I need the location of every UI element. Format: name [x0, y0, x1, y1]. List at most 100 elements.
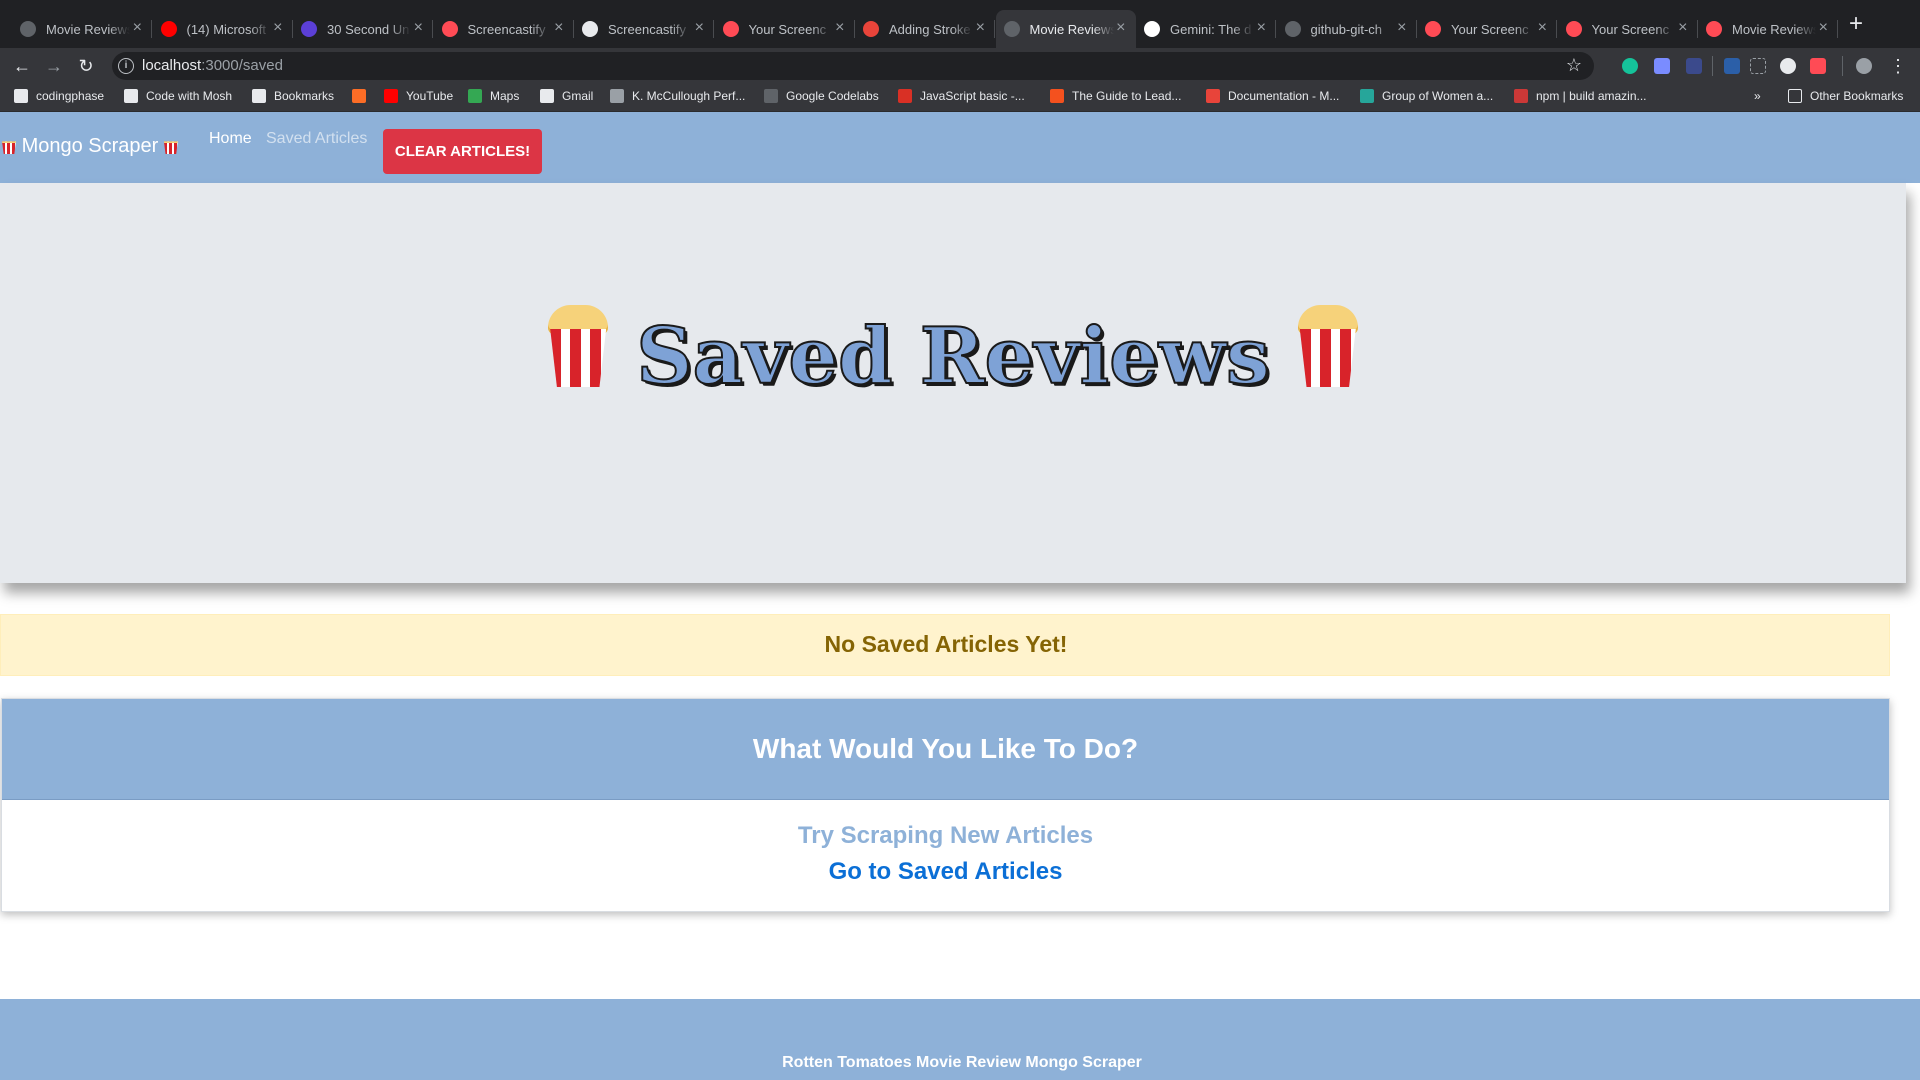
- bookmark-item[interactable]: [352, 89, 374, 103]
- bookmark-item[interactable]: Maps: [468, 89, 519, 103]
- tab-close-icon[interactable]: ×: [1538, 19, 1547, 37]
- extension-icon[interactable]: [1724, 58, 1740, 74]
- tab-separator: [994, 20, 995, 38]
- bookmark-item[interactable]: Gmail: [540, 89, 593, 103]
- saved-articles-link[interactable]: Go to Saved Articles: [2, 858, 1889, 886]
- tab-close-icon[interactable]: ×: [695, 19, 704, 37]
- browser-tab[interactable]: Screencastify ×: [574, 10, 714, 48]
- profile-avatar-icon[interactable]: [1856, 58, 1872, 74]
- site-brand[interactable]: Mongo Scraper: [2, 135, 178, 158]
- bookmark-favicon-icon: [1514, 89, 1528, 103]
- tab-close-icon[interactable]: ×: [1257, 19, 1266, 37]
- browser-tab[interactable]: Movie Reviews ×: [1698, 10, 1838, 48]
- tab-close-icon[interactable]: ×: [1678, 19, 1687, 37]
- action-card: What Would You Like To Do? Try Scraping …: [1, 698, 1890, 912]
- tab-close-icon[interactable]: ×: [835, 19, 844, 37]
- browser-tab[interactable]: Your Screenc ×: [1558, 10, 1698, 48]
- tab-title: github-git-ch: [1310, 21, 1383, 37]
- nav-link-saved-articles[interactable]: Saved Articles: [266, 130, 367, 148]
- reload-icon[interactable]: ↻: [74, 54, 98, 78]
- bookmark-favicon-icon: [252, 89, 266, 103]
- bookmark-favicon-icon: [124, 89, 138, 103]
- site-navbar: Mongo Scraper Home Saved Articles Clear …: [0, 112, 1920, 183]
- bookmark-label: Google Codelabs: [786, 89, 879, 103]
- browser-tab[interactable]: Adding Stroke ×: [855, 10, 995, 48]
- bookmarks-overflow-icon[interactable]: »: [1754, 89, 1761, 103]
- bookmark-star-icon[interactable]: ☆: [1566, 55, 1582, 76]
- extension-icon[interactable]: [1686, 58, 1702, 74]
- tab-close-icon[interactable]: ×: [976, 19, 985, 37]
- tab-favicon-icon: [441, 21, 458, 37]
- nav-link-home[interactable]: Home: [209, 130, 252, 148]
- info-icon[interactable]: i: [118, 58, 134, 74]
- browser-tab[interactable]: Movie Reviews ×: [12, 10, 152, 48]
- empty-state-alert: No Saved Articles Yet!: [0, 614, 1890, 676]
- browser-tab[interactable]: Screencastify ×: [434, 10, 574, 48]
- browser-tab[interactable]: Your Screenc ×: [1417, 10, 1557, 48]
- bookmark-item[interactable]: The Guide to Lead...: [1050, 89, 1181, 103]
- tab-close-icon[interactable]: ×: [1116, 19, 1125, 37]
- extension-icon[interactable]: [1654, 58, 1670, 74]
- tab-title: Movie Reviews: [46, 21, 130, 37]
- browser-tab[interactable]: (14) Microsoft ×: [153, 10, 293, 48]
- bookmark-item[interactable]: K. McCullough Perf...: [610, 89, 745, 103]
- tab-close-icon[interactable]: ×: [554, 19, 563, 37]
- tab-favicon-icon: [301, 21, 317, 37]
- bookmark-item[interactable]: Code with Mosh: [124, 89, 232, 103]
- bookmark-item[interactable]: YouTube: [384, 89, 453, 103]
- tab-close-icon[interactable]: ×: [1397, 19, 1406, 37]
- screencastify-extension-icon[interactable]: [1810, 58, 1826, 74]
- brand-label: Mongo Scraper: [21, 135, 159, 157]
- browser-tab[interactable]: github-git-ch ×: [1277, 10, 1417, 48]
- other-bookmarks-folder[interactable]: Other Bookmarks: [1788, 89, 1903, 103]
- scrape-articles-link[interactable]: Try Scraping New Articles: [2, 822, 1889, 850]
- bookmark-label: Maps: [490, 89, 520, 103]
- address-bar[interactable]: i localhost:3000/saved ☆: [112, 52, 1594, 80]
- bookmark-item[interactable]: Google Codelabs: [764, 89, 879, 103]
- browser-tab[interactable]: Gemini: The d ×: [1136, 10, 1276, 48]
- extension-icon[interactable]: [1780, 58, 1796, 74]
- tab-title: Adding Stroke: [889, 21, 971, 37]
- tab-close-icon[interactable]: ×: [1819, 19, 1828, 37]
- tab-favicon-icon: [1003, 21, 1020, 37]
- bookmark-item[interactable]: Bookmarks: [252, 89, 334, 103]
- bookmark-label: codingphase: [36, 89, 105, 103]
- clear-articles-button[interactable]: Clear Articles!: [383, 129, 542, 174]
- tab-strip: + Movie Reviews × (14) Microsoft × 30 Second…: [0, 0, 1920, 48]
- tab-close-icon[interactable]: ×: [273, 19, 282, 37]
- page-title: Saved Reviews: [0, 305, 1906, 403]
- bookmark-favicon-icon: [764, 89, 778, 103]
- browser-tab[interactable]: Movie Reviews ×: [995, 10, 1136, 48]
- popcorn-icon: [2, 141, 16, 154]
- bookmark-favicon-icon: [898, 89, 912, 103]
- tab-title: Your Screenc: [748, 21, 827, 37]
- footer-text: Rotten Tomatoes Movie Review Mongo Scrap…: [782, 1054, 1142, 1071]
- tab-title: Screencastify: [467, 21, 546, 37]
- tab-title: Gemini: The d: [1170, 21, 1252, 37]
- bookmark-item[interactable]: Group of Women a...: [1360, 89, 1493, 103]
- tab-title: Your Screenc: [1451, 21, 1529, 37]
- bookmark-item[interactable]: Documentation - M...: [1206, 89, 1339, 103]
- other-bookmarks-label: Other Bookmarks: [1810, 89, 1904, 103]
- screenshot-extension-icon[interactable]: [1750, 58, 1766, 74]
- browser-tab[interactable]: Your Screenc ×: [715, 10, 855, 48]
- bookmark-favicon-icon: [1360, 89, 1374, 103]
- toolbar-divider: [1712, 56, 1713, 76]
- menu-kebab-icon[interactable]: ⋮: [1886, 54, 1910, 78]
- forward-arrow-icon[interactable]: →: [42, 54, 66, 78]
- grammarly-extension-icon[interactable]: [1622, 58, 1638, 74]
- bookmark-item[interactable]: codingphase: [14, 89, 104, 103]
- new-tab-button[interactable]: +: [1844, 10, 1868, 38]
- tab-close-icon[interactable]: ×: [133, 19, 142, 37]
- tab-favicon-icon: [20, 21, 36, 37]
- bookmark-label: YouTube: [406, 89, 454, 103]
- back-arrow-icon[interactable]: ←: [10, 54, 34, 78]
- tab-close-icon[interactable]: ×: [414, 19, 423, 37]
- tab-title: Your Screenc: [1591, 21, 1670, 37]
- alert-message: No Saved Articles Yet!: [824, 631, 1068, 657]
- bookmark-item[interactable]: npm | build amazin...: [1514, 89, 1647, 103]
- web-page: Mongo Scraper Home Saved Articles Clear …: [0, 112, 1920, 1080]
- bookmarks-bar: » Other Bookmarks codingphase Code with M…: [0, 84, 1920, 112]
- browser-tab[interactable]: 30 Second Un ×: [293, 10, 433, 48]
- bookmark-item[interactable]: JavaScript basic -...: [898, 89, 1025, 103]
